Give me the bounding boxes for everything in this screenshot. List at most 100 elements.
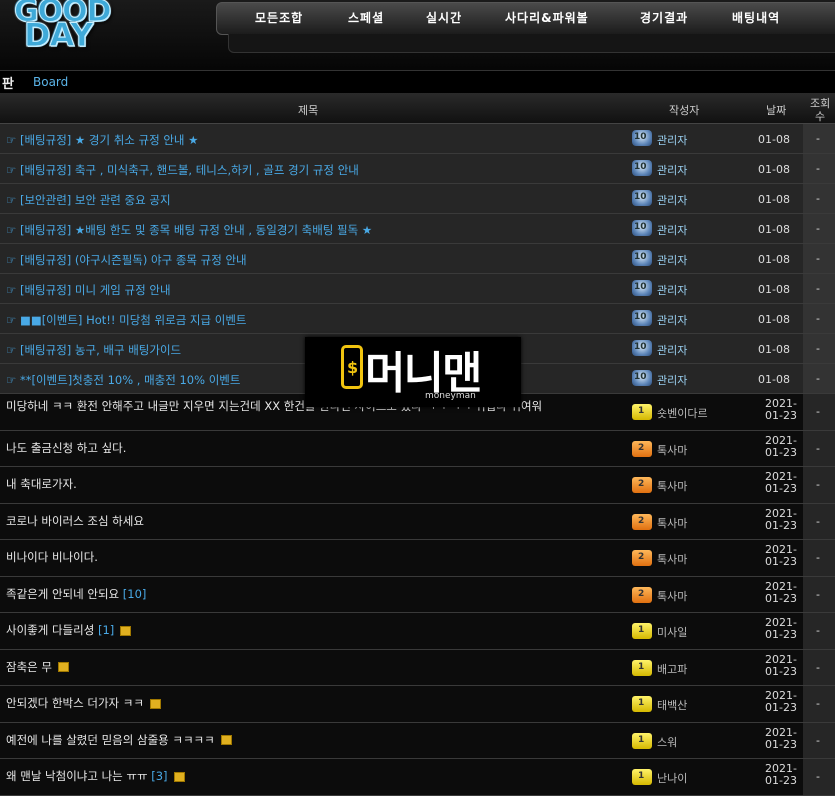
level-number: 2 (638, 442, 645, 453)
post-title-link[interactable]: 예전에 나를 살렸던 믿음의 삼줄용 ㅋㅋㅋㅋ (6, 734, 626, 747)
author-name[interactable]: 관리자 (657, 252, 687, 268)
post-row[interactable]: 잠축은 무 1 배고파 2021- 01-23 - (0, 649, 835, 686)
post-table: ☞ [배팅규정] ★ 경기 취소 규정 안내 ★ 10 관리자 01-08 - ☞ [배팅… (0, 124, 835, 796)
post-row[interactable]: 예전에 나를 살렸던 믿음의 삼줄용 ㅋㅋㅋㅋ 1 스워 2021- 01-23 - (0, 722, 835, 759)
post-title-link[interactable]: 비나이다 비나이다. (6, 551, 626, 564)
post-row[interactable]: 사이좋게 다들리셩 [1] 1 미사일 2021- 01-23 - (0, 613, 835, 650)
admin-level-icon: 10 (632, 130, 652, 146)
notice-row[interactable]: ☞ [보안관련] 보안 관련 중요 공지 10 관리자 01-08 - (0, 184, 835, 214)
watermark-sub: moneyman (425, 391, 476, 401)
post-title-text[interactable]: 잠축은 무 (6, 661, 52, 674)
breadcrumb: 판 Board (0, 70, 835, 93)
post-title-text[interactable]: 왜 맨날 낙첨이냐고 나는 ㅠㅠ (6, 770, 148, 783)
post-date: 2021- 01-23 (762, 617, 800, 641)
notice-title-link[interactable]: ☞ [배팅규정] (야구시즌필독) 야구 종목 규정 안내 (6, 252, 621, 268)
post-title-text[interactable]: 안되겠다 한박스 더가자 ㅋㅋ (6, 697, 144, 710)
author-name[interactable]: 미사일 (657, 624, 687, 640)
post-date: 2021- 01-23 (762, 544, 800, 568)
author-name[interactable]: 톡사마 (657, 551, 687, 567)
notice-title-link[interactable]: ☞ ■■[이벤트] Hot!! 미당첨 위로금 지급 이벤트 (6, 312, 621, 328)
level-number: 2 (638, 588, 645, 599)
nav-ladder-powerball[interactable]: 사다리&파워볼 (505, 9, 589, 26)
notice-title-link[interactable]: ☞ [배팅규정] ★ 경기 취소 규정 안내 ★ (6, 132, 621, 148)
post-title-text[interactable]: 사이좋게 다들리셩 (6, 624, 94, 637)
author-name[interactable]: 관리자 (657, 162, 687, 178)
author-name[interactable]: 톡사마 (657, 442, 687, 458)
post-row[interactable]: 코로나 바이러스 조심 하세요 2 톡사마 2021- 01-23 - (0, 503, 835, 540)
post-title-text[interactable]: 예전에 나를 살렸던 믿음의 삼줄용 ㅋㅋㅋㅋ (6, 734, 215, 747)
author-name[interactable]: 관리자 (657, 372, 687, 388)
post-row[interactable]: 족같은게 안되네 안되요 [10] 2 톡사마 2021- 01-23 - (0, 576, 835, 613)
author-name[interactable]: 배고파 (657, 661, 687, 677)
post-title-link[interactable]: 족같은게 안되네 안되요 [10] (6, 588, 626, 601)
board-link[interactable]: Board (33, 75, 68, 89)
view-count-value: - (816, 342, 820, 355)
post-row[interactable]: 내 축대로가자. 2 톡사마 2021- 01-23 - (0, 467, 835, 504)
notice-row[interactable]: ☞ [배팅규정] ★배팅 한도 및 종목 배팅 규정 안내 , 동일경기 축배팅… (0, 214, 835, 244)
post-date-year: 2021- (765, 506, 797, 520)
level-number: 10 (634, 282, 647, 292)
new-badge-icon (173, 771, 185, 782)
author-name[interactable]: 스워 (657, 734, 677, 750)
notice-row[interactable]: ☞ [배팅규정] 축구 , 미식축구, 핸드볼, 테니스,하키 , 골프 경기 … (0, 154, 835, 184)
nav-all-combo[interactable]: 모든조합 (255, 9, 303, 26)
nav-special[interactable]: 스페셜 (348, 9, 384, 26)
author-name[interactable]: 톡사마 (657, 515, 687, 531)
jersey-level-icon: 1 (632, 623, 652, 639)
board-section-title: 판 (2, 77, 14, 92)
notice-row[interactable]: ☞ [배팅규정] ★ 경기 취소 규정 안내 ★ 10 관리자 01-08 - (0, 124, 835, 154)
author-name[interactable]: 관리자 (657, 312, 687, 328)
author-name[interactable]: 관리자 (657, 222, 687, 238)
post-title-text[interactable]: 코로나 바이러스 조심 하세요 (6, 515, 144, 528)
post-title-text[interactable]: 족같은게 안되네 안되요 (6, 588, 119, 601)
nav-live[interactable]: 실시간 (426, 9, 462, 26)
notice-row[interactable]: ☞ ■■[이벤트] Hot!! 미당첨 위로금 지급 이벤트 10 관리자 01-08… (0, 304, 835, 334)
author-name[interactable]: 숏벤이다르 (657, 405, 708, 421)
post-date: 01-08 (758, 193, 790, 206)
nav-bet-history[interactable]: 배팅내역 (732, 9, 780, 26)
post-title-link[interactable]: 왜 맨날 낙첨이냐고 나는 ㅠㅠ [3] (6, 770, 626, 783)
notice-title-link[interactable]: ☞ [보안관련] 보안 관련 중요 공지 (6, 192, 621, 208)
post-title-link[interactable]: 안되겠다 한박스 더가자 ㅋㅋ (6, 697, 626, 710)
notice-title-link[interactable]: ☞ [배팅규정] 축구 , 미식축구, 핸드볼, 테니스,하키 , 골프 경기 … (6, 162, 621, 178)
author-name[interactable]: 관리자 (657, 342, 687, 358)
level-number: 10 (634, 342, 647, 352)
post-title-link[interactable]: 내 축대로가자. (6, 478, 626, 491)
view-count-value: - (816, 372, 820, 385)
post-row[interactable]: 비나이다 비나이다. 2 톡사마 2021- 01-23 - (0, 540, 835, 577)
post-date-year: 2021- (765, 725, 797, 739)
post-date-day: 01-23 (765, 482, 797, 495)
notice-title-link[interactable]: ☞ [배팅규정] ★배팅 한도 및 종목 배팅 규정 안내 , 동일경기 축배팅… (6, 222, 621, 238)
post-row[interactable]: 나도 출금신청 하고 싶다. 2 톡사마 2021- 01-23 - (0, 430, 835, 467)
author-name[interactable]: 관리자 (657, 282, 687, 298)
new-badge-icon (120, 625, 132, 636)
post-title-text[interactable]: 내 축대로가자. (6, 478, 77, 491)
post-title-link[interactable]: 코로나 바이러스 조심 하세요 (6, 515, 626, 528)
view-count-value: - (816, 192, 820, 205)
author-name[interactable]: 관리자 (657, 192, 687, 208)
admin-level-icon: 10 (632, 340, 652, 356)
author-name[interactable]: 톡사마 (657, 478, 687, 494)
author-name[interactable]: 관리자 (657, 132, 687, 148)
author-name[interactable]: 톡사마 (657, 588, 687, 604)
post-date-day: 01-23 (765, 409, 797, 422)
notice-title-link[interactable]: ☞ [배팅규정] 미니 게임 규정 안내 (6, 282, 621, 298)
post-title-text[interactable]: 나도 출금신청 하고 싶다. (6, 442, 126, 455)
post-title-text[interactable]: 비나이다 비나이다. (6, 551, 98, 564)
notice-row[interactable]: ☞ [배팅규정] 미니 게임 규정 안내 10 관리자 01-08 - (0, 274, 835, 304)
author-name[interactable]: 태백산 (657, 697, 687, 713)
site-logo[interactable]: GOOD DAY (6, 0, 136, 55)
post-title-link[interactable]: 잠축은 무 (6, 661, 626, 674)
nav-results[interactable]: 경기결과 (640, 9, 688, 26)
post-row[interactable]: 왜 맨날 낙첨이냐고 나는 ㅠㅠ [3] 1 난나이 2021- 01-23- (0, 759, 835, 796)
post-title-link[interactable]: 나도 출금신청 하고 싶다. (6, 442, 626, 455)
view-count: - (803, 364, 835, 393)
col-date: 날짜 (766, 104, 787, 117)
post-date-day: 01-23 (765, 774, 797, 787)
view-count-value: - (816, 405, 820, 418)
level-number: 1 (638, 734, 645, 745)
post-title-link[interactable]: 사이좋게 다들리셩 [1] (6, 624, 626, 637)
post-row[interactable]: 안되겠다 한박스 더가자 ㅋㅋ 1 태백산 2021- 01-23 - (0, 686, 835, 723)
notice-row[interactable]: ☞ [배팅규정] (야구시즌필독) 야구 종목 규정 안내 10 관리자 01-08 - (0, 244, 835, 274)
view-count: - (803, 613, 835, 649)
